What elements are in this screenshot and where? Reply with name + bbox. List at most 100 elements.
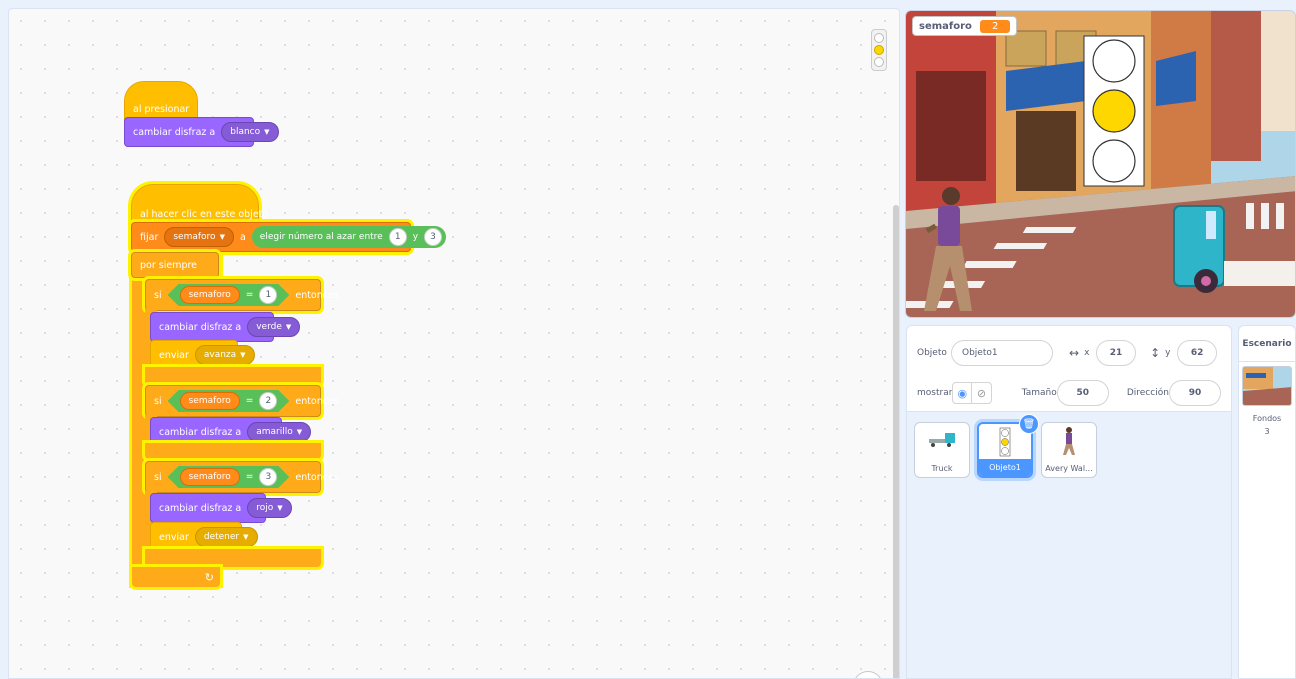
truck-icon (929, 433, 955, 447)
monitor-value: 2 (979, 19, 1011, 33)
compare-input[interactable]: 3 (259, 468, 277, 486)
then-label: entonces (295, 289, 339, 301)
variable-reporter[interactable]: semaforo (180, 468, 240, 486)
sprite-name-input[interactable]: Objeto1 (951, 340, 1053, 366)
hide-icon[interactable]: ⊘ (972, 382, 992, 404)
set-variable-block[interactable]: fijar semaforo ▼ a elegir número al azar … (131, 222, 447, 252)
random-number-reporter[interactable]: elegir número al azar entre 1 y 3 (251, 226, 447, 248)
costume-value: blanco (230, 127, 261, 137)
sprite-list: Truck Objeto1 Avery Wal... (907, 412, 1231, 678)
stage[interactable]: semaforo 2 (905, 10, 1296, 318)
when-sprite-clicked-label: al hacer clic en este objeto (140, 208, 269, 220)
sprite-thumb-avery[interactable]: Avery Wal... (1041, 422, 1097, 478)
direction-label: Dirección (1126, 388, 1169, 398)
size-label: Tamaño (1021, 388, 1057, 398)
switch-costume-label: cambiar disfraz a (133, 126, 216, 138)
y-arrows-icon: ↕ (1150, 346, 1161, 360)
zoom-button[interactable] (853, 671, 883, 678)
if-block-2-bottom (145, 443, 321, 459)
message-dropdown[interactable]: avanza ▼ (194, 345, 255, 365)
trash-icon[interactable]: 🗑 (1019, 414, 1039, 434)
then-label: entonces (295, 471, 339, 483)
message-dropdown[interactable]: detener ▼ (194, 527, 258, 547)
broadcast-label: enviar (159, 531, 189, 543)
chevron-down-icon: ▼ (219, 233, 225, 241)
costume-dropdown[interactable]: rojo ▼ (247, 498, 292, 518)
broadcast-label: enviar (159, 349, 189, 361)
to-label: a (239, 231, 246, 243)
eye-icon[interactable]: ◉ (952, 382, 973, 404)
switch-costume-block[interactable]: cambiar disfraz a rojo ▼ (150, 493, 292, 523)
backdrop-thumbnail[interactable] (1242, 366, 1292, 406)
broadcast-block[interactable]: enviar avanza ▼ (150, 340, 255, 370)
monitor-name: semaforo (919, 20, 972, 32)
code-area[interactable]: al presionar cambiar disfraz a blanco ▼ a… (8, 8, 900, 679)
stage-selector-title: Escenario (1239, 326, 1295, 362)
variable-dropdown[interactable]: semaforo ▼ (164, 227, 234, 247)
variable-monitor[interactable]: semaforo 2 (912, 16, 1018, 36)
sprite-thumb-label: Objeto1 (979, 459, 1031, 476)
equals-operator[interactable]: semaforo = 1 (168, 284, 290, 306)
variable-reporter[interactable]: semaforo (180, 286, 240, 304)
switch-costume-block[interactable]: cambiar disfraz a verde ▼ (150, 312, 301, 342)
equals-label: = (245, 472, 254, 482)
x-arrows-icon: ↔ (1069, 346, 1080, 360)
costume-value: amarillo (256, 427, 293, 437)
compare-input[interactable]: 2 (259, 392, 277, 410)
broadcast-block[interactable]: enviar detener ▼ (150, 522, 258, 552)
vertical-scrollbar[interactable] (893, 205, 899, 678)
sprite-pane: Objeto Objeto1 ↔ x 21 ↕ y 62 mostrar ◉ ⊘… (906, 325, 1232, 679)
switch-costume-label: cambiar disfraz a (159, 502, 242, 514)
chevron-down-icon: ▼ (277, 504, 283, 512)
x-input[interactable]: 21 (1096, 340, 1137, 366)
backdrops-label: Fondos (1252, 414, 1282, 423)
variable-reporter[interactable]: semaforo (180, 392, 240, 410)
forever-block[interactable]: por siempre (131, 252, 219, 278)
chevron-down-icon: ▼ (296, 428, 303, 436)
switch-costume-label: cambiar disfraz a (159, 426, 242, 438)
traffic-light-icon (871, 29, 887, 71)
show-label: mostrar (917, 388, 953, 398)
backdrop-pane[interactable]: Escenario Fondos 3 (1238, 325, 1296, 679)
if-then-block-1[interactable]: si semaforo = 1 entonces (145, 279, 339, 311)
forever-label: por siempre (140, 259, 198, 271)
chevron-down-icon: ▼ (240, 351, 246, 359)
compare-input[interactable]: 1 (259, 286, 277, 304)
sprite-info: Objeto Objeto1 ↔ x 21 ↕ y 62 mostrar ◉ ⊘… (907, 326, 1231, 412)
if-then-block-3[interactable]: si semaforo = 3 entonces (145, 461, 339, 493)
random-to-input[interactable]: 3 (424, 228, 443, 246)
if-block-3-bottom (145, 549, 321, 567)
sprite-thumb-label: Truck (931, 464, 953, 473)
if-label: si (154, 395, 162, 407)
if-label: si (154, 289, 162, 301)
equals-operator[interactable]: semaforo = 2 (168, 390, 290, 412)
when-flag-label: al presionar (133, 103, 190, 115)
costume-dropdown[interactable]: amarillo ▼ (247, 422, 312, 442)
size-input[interactable]: 50 (1056, 380, 1109, 406)
switch-costume-label: cambiar disfraz a (159, 321, 242, 333)
if-label: si (154, 471, 162, 483)
equals-operator[interactable]: semaforo = 3 (168, 466, 290, 488)
variable-value: semaforo (173, 232, 216, 242)
equals-label: = (245, 290, 254, 300)
then-label: entonces (295, 395, 339, 407)
switch-costume-block[interactable]: cambiar disfraz a blanco ▼ (124, 117, 279, 147)
y-input[interactable]: 62 (1177, 340, 1218, 366)
message-value: detener (203, 532, 240, 542)
random-and-label: y (412, 232, 419, 242)
sprite-name-label: Objeto (917, 348, 947, 358)
costume-dropdown[interactable]: blanco ▼ (221, 122, 279, 142)
costume-dropdown[interactable]: verde ▼ (247, 317, 301, 337)
costume-value: rojo (256, 503, 274, 513)
chevron-down-icon: ▼ (285, 323, 292, 331)
sprite-thumb-truck[interactable]: Truck (914, 422, 970, 478)
costume-value: verde (256, 322, 282, 332)
random-from-input[interactable]: 1 (388, 228, 407, 246)
stage-backdrop (906, 11, 1295, 317)
x-label: x (1084, 348, 1090, 358)
chevron-down-icon: ▼ (264, 128, 270, 136)
if-then-block-2[interactable]: si semaforo = 2 entonces (145, 385, 339, 417)
message-value: avanza (203, 350, 237, 360)
direction-input[interactable]: 90 (1168, 380, 1221, 406)
chevron-down-icon: ▼ (243, 533, 249, 541)
